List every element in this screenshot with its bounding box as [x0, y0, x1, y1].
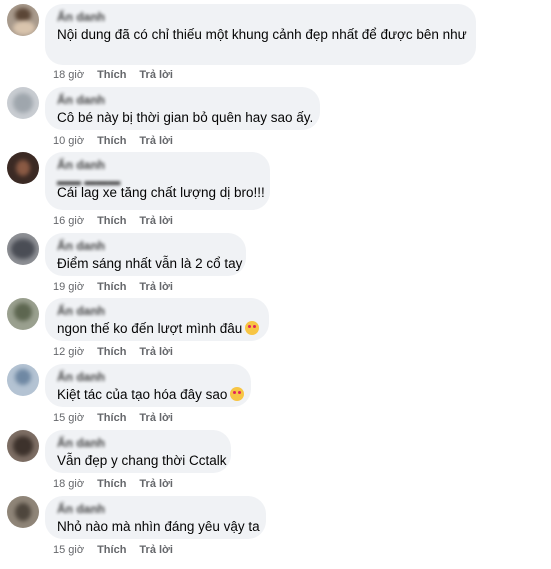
comment-author[interactable]: Ẩn danh [57, 305, 257, 317]
comment-time[interactable]: 18 giờ [53, 478, 84, 490]
comment-meta: 18 giờ Thích Trả lời [53, 69, 173, 81]
avatar[interactable] [7, 4, 39, 36]
comment-author[interactable]: Ẩn danh [57, 371, 239, 383]
comment-list: Ẩn danh Nội dung đã có chỉ thiếu một khu… [0, 0, 551, 569]
like-button[interactable]: Thích [97, 346, 126, 358]
comment-meta: 15 giờ Thích Trả lời [53, 412, 173, 424]
comment-meta: 10 giờ Thích Trả lời [53, 135, 173, 147]
comment-time[interactable]: 12 giờ [53, 346, 84, 358]
comment-text: ngon thế ko đến lượt mình đâu [57, 320, 260, 338]
avatar[interactable] [7, 364, 39, 396]
comment-text: Kiệt tác của tạo hóa đây sao [57, 386, 245, 404]
comment-author[interactable]: Ẩn danh [57, 503, 254, 515]
comment-text: Nội dung đã có chỉ thiếu một khung cảnh … [57, 27, 467, 42]
rolling-laughing-emoji-icon [245, 321, 260, 335]
like-button[interactable]: Thích [97, 69, 126, 81]
comment-bubble: Ẩn danh ngon thế ko đến lượt mình đâu [45, 298, 269, 341]
reply-button[interactable]: Trả lời [139, 412, 173, 424]
like-button[interactable]: Thích [97, 281, 126, 293]
comment-author[interactable]: Ẩn danh [57, 437, 219, 449]
avatar[interactable] [7, 298, 39, 330]
reply-button[interactable]: Trả lời [139, 69, 173, 81]
comment-text: Nhỏ nào mà nhìn đáng yêu vậy ta [57, 519, 260, 534]
like-button[interactable]: Thích [97, 135, 126, 147]
comment-meta: 19 giờ Thích Trả lời [53, 281, 173, 293]
comment-author[interactable]: Ẩn danh [57, 11, 464, 23]
avatar[interactable] [7, 152, 39, 184]
comment-meta: 16 giờ Thích Trả lời [53, 215, 173, 227]
comment-author[interactable]: Ẩn danh ▬▬ ▬▬▬ [57, 159, 258, 187]
like-button[interactable]: Thích [97, 478, 126, 490]
avatar[interactable] [7, 496, 39, 528]
comment-author[interactable]: Ẩn danh [57, 94, 308, 106]
comment-text: Vẫn đẹp y chang thời Cctalk [57, 453, 227, 468]
comment-meta: 12 giờ Thích Trả lời [53, 346, 173, 358]
comment-bubble: Ẩn danh Nội dung đã có chỉ thiếu một khu… [45, 4, 476, 65]
like-button[interactable]: Thích [97, 544, 126, 556]
comment-time[interactable]: 16 giờ [53, 215, 84, 227]
comment-bubble: Ẩn danh Điểm sáng nhất vẫn là 2 cổ tay [45, 233, 246, 276]
comment-bubble: Ẩn danh Kiệt tác của tạo hóa đây sao [45, 364, 251, 407]
like-button[interactable]: Thích [97, 215, 126, 227]
reply-button[interactable]: Trả lời [139, 478, 173, 490]
avatar[interactable] [7, 430, 39, 462]
avatar[interactable] [7, 87, 39, 119]
comment-time[interactable]: 18 giờ [53, 69, 84, 81]
comment-bubble: Ẩn danh Nhỏ nào mà nhìn đáng yêu vậy ta [45, 496, 266, 539]
like-button[interactable]: Thích [97, 412, 126, 424]
comment-bubble: Ẩn danh Vẫn đẹp y chang thời Cctalk [45, 430, 231, 473]
comment-text: Cô bé này bị thời gian bỏ quên hay sao ấ… [57, 110, 314, 125]
comment-meta: 15 giờ Thích Trả lời [53, 544, 173, 556]
reply-button[interactable]: Trả lời [139, 135, 173, 147]
comment-time[interactable]: 19 giờ [53, 281, 84, 293]
comment-meta: 18 giờ Thích Trả lời [53, 478, 173, 490]
comment-bubble: Ẩn danh Cô bé này bị thời gian bỏ quên h… [45, 87, 320, 130]
comment-text: Điểm sáng nhất vẫn là 2 cổ tay [57, 256, 243, 271]
reply-button[interactable]: Trả lời [139, 281, 173, 293]
reply-button[interactable]: Trả lời [139, 215, 173, 227]
reply-button[interactable]: Trả lời [139, 346, 173, 358]
avatar[interactable] [7, 233, 39, 265]
comment-time[interactable]: 15 giờ [53, 412, 84, 424]
reply-button[interactable]: Trả lời [139, 544, 173, 556]
heart-eyes-emoji-icon [230, 387, 245, 401]
comment-time[interactable]: 15 giờ [53, 544, 84, 556]
comment-time[interactable]: 10 giờ [53, 135, 84, 147]
comment-author[interactable]: Ẩn danh [57, 240, 234, 252]
comment-bubble: Ẩn danh ▬▬ ▬▬▬ Cái lag xe tăng chất lượn… [45, 152, 270, 210]
